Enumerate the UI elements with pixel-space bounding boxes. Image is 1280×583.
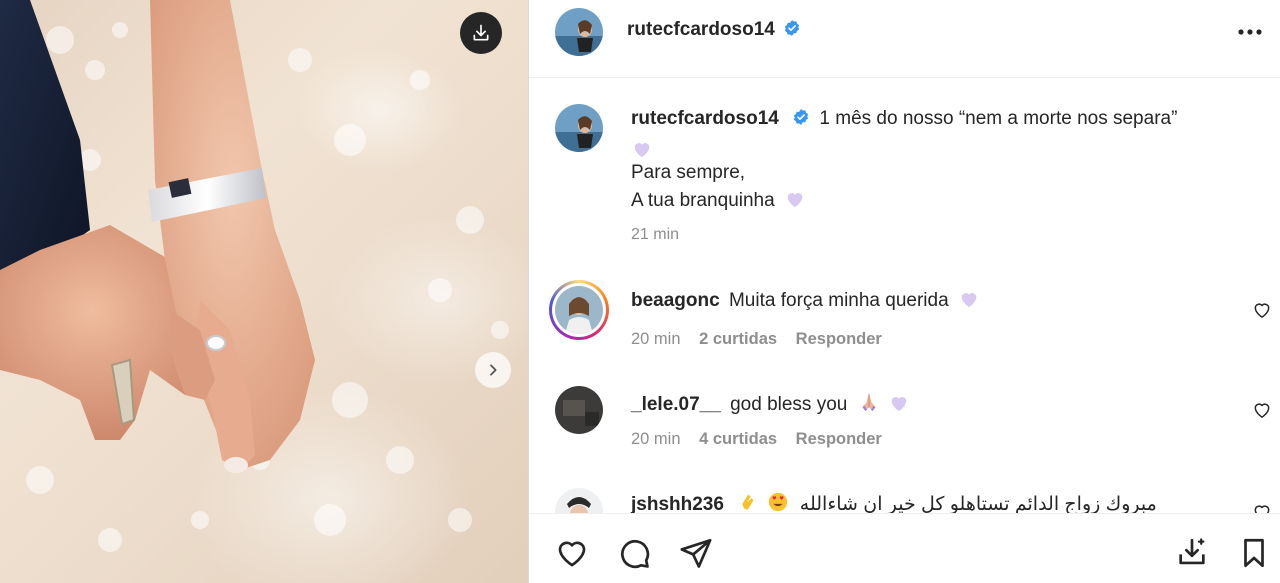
download-tray-icon[interactable] [1175,536,1209,570]
comment-time: 20 min [631,430,681,448]
reply-button[interactable]: Responder [796,430,882,448]
heart-icon[interactable] [1252,502,1272,513]
commenter-avatar[interactable] [555,386,603,434]
post-caption: rutecfcardoso14 1 mês do nosso “nem a mo… [631,107,1231,249]
praying-hands-icon [862,393,876,411]
caption-line-2: Para sempre, [631,162,746,183]
comment-text-row: _lele.07__ god bless you [631,391,910,416]
comment-username[interactable]: beaagonc [631,290,720,311]
download-button[interactable] [460,12,502,54]
post-action-bar [529,513,1280,583]
wedding-hands-illustration [0,0,509,552]
more-options-icon[interactable] [1235,22,1265,42]
comment-username[interactable]: _lele.07__ [631,394,721,415]
caption-author-avatar-image [555,104,603,152]
post-time: 21 min [631,226,680,243]
verified-badge-icon [794,109,809,125]
story-ring[interactable] [549,280,609,340]
heart-icon[interactable] [1252,300,1272,320]
purple-heart-icon [891,397,907,412]
author-avatar-image [555,8,603,56]
post-header: rutecfcardoso14 [529,0,1280,78]
commenter-avatar-image [555,286,603,334]
comment-time: 20 min [631,330,681,348]
heart-icon[interactable] [555,536,589,570]
header-username[interactable]: rutecfcardoso14 [627,19,775,40]
send-icon[interactable] [679,536,713,570]
commenter-avatar-image [555,386,603,434]
post-details-panel: rutecfcardoso14 rutecfcardoso14 1 mês do… [528,0,1280,583]
purple-heart-icon [634,143,650,158]
comment-text: مبروك زواج الدائم تستاهلو كل خير ان شاءا… [799,494,1157,513]
comment-meta: 20 min 2 curtidas Responder [631,330,896,349]
reply-button[interactable]: Responder [796,330,882,348]
commenter-avatar-image [555,488,603,513]
commenter-avatar [555,286,603,334]
verified-badge-icon [785,20,800,36]
comment-likes[interactable]: 4 curtidas [699,430,777,448]
comment-meta: 20 min 4 curtidas Responder [631,430,896,449]
comment-item: jshshh236 مبروك زواج الدائم تستاهلو كل خ… [529,488,1280,513]
purple-heart-icon [787,193,803,208]
purple-heart-icon [961,293,977,308]
comment-item: _lele.07__ god bless you 20 min 4 curtid… [529,384,1280,474]
caption-username[interactable]: rutecfcardoso14 [631,108,779,129]
comment-text: Muita força minha querida [728,290,949,311]
commenter-avatar[interactable] [555,488,603,513]
download-icon [473,24,489,41]
comment-likes[interactable]: 2 curtidas [699,330,777,348]
caption-author-avatar[interactable] [555,104,603,152]
comment-text: god bless you [730,394,848,415]
next-photo-button[interactable] [475,352,511,388]
comment-icon[interactable] [617,536,651,570]
heart-icon[interactable] [1252,400,1272,420]
header-user: rutecfcardoso14 [627,19,801,41]
heart-eyes-icon [768,492,787,512]
comment-text-row: jshshh236 مبروك زواج الدائم تستاهلو كل خ… [631,491,1157,513]
comment-item: beaagonc Muita força minha querida 20 mi… [529,278,1280,368]
comment-username[interactable]: jshshh236 [631,494,724,513]
caption-line-1: 1 mês do nosso “nem a morte nos separa” [819,108,1178,129]
chevron-right-icon [490,364,497,376]
clapping-hands-icon [742,494,754,510]
caption-line-3: A tua branquinha [631,190,775,211]
author-avatar[interactable] [555,8,603,56]
caption-line-3-row: A tua branquinha [631,187,1231,215]
bookmark-icon[interactable] [1237,536,1271,570]
comment-text-row: beaagonc Muita força minha querida [631,289,980,312]
post-photo[interactable] [0,0,528,583]
